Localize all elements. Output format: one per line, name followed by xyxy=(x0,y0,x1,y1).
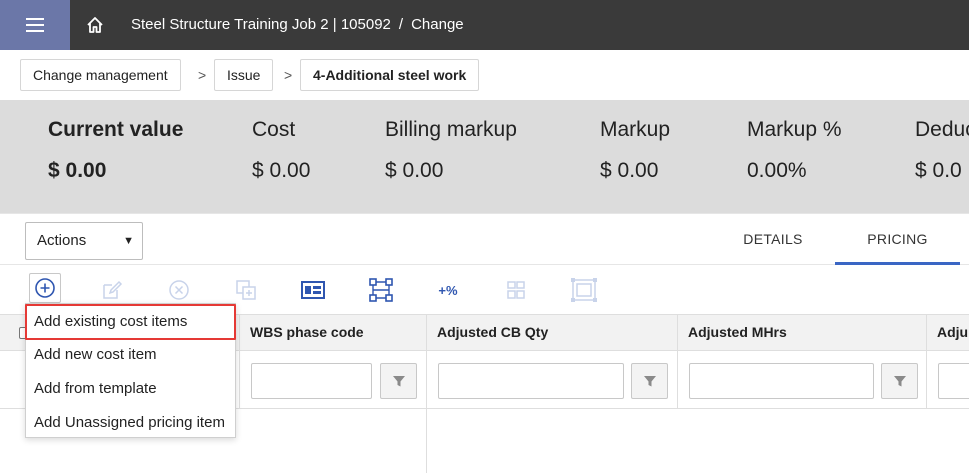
filter-icon xyxy=(392,376,405,387)
cb-qty-filter-button[interactable] xyxy=(631,363,668,399)
plus-circle-icon xyxy=(35,278,55,298)
title-separator: / xyxy=(398,16,404,33)
menu-item-add-from-template[interactable]: Add from template xyxy=(26,372,235,406)
home-icon xyxy=(87,17,103,33)
layout-view-button[interactable] xyxy=(299,276,327,304)
page-title: Steel Structure Training Job 2 | 105092 /… xyxy=(131,0,464,50)
frame-select-button[interactable] xyxy=(570,276,598,304)
summary-value: $ 0.00 xyxy=(48,159,107,182)
grid-view-button[interactable] xyxy=(502,276,530,304)
card-view-icon xyxy=(301,281,325,299)
close-circle-icon xyxy=(169,280,189,300)
summary-value: 0.00% xyxy=(747,159,807,182)
caret-down-icon: ▼ xyxy=(123,235,134,247)
summary-deduction: Deduc $ 0.0 xyxy=(915,118,969,183)
column-header-wbs-phase-code[interactable]: WBS phase code xyxy=(239,315,427,351)
percent-markup-button[interactable]: +% xyxy=(434,276,462,304)
breadcrumb-chevron-icon: > xyxy=(284,67,293,83)
add-button[interactable] xyxy=(29,273,61,303)
edit-icon xyxy=(103,280,123,299)
filter-cell-wbs xyxy=(239,351,427,409)
summary-cost: Cost $ 0.00 xyxy=(252,118,310,183)
summary-label: Current value xyxy=(48,118,184,141)
cb-qty-filter-input[interactable] xyxy=(438,363,624,399)
summary-label: Billing markup xyxy=(385,118,517,141)
hamburger-icon xyxy=(26,18,44,32)
actions-label: Actions xyxy=(37,232,87,249)
breadcrumb-chevron-icon: > xyxy=(198,67,207,83)
menu-item-add-unassigned-pricing-item[interactable]: Add Unassigned pricing item xyxy=(26,406,235,440)
hierarchy-icon xyxy=(369,278,393,302)
copy-button[interactable] xyxy=(232,276,260,304)
delete-button[interactable] xyxy=(165,276,193,304)
column-header-adjusted[interactable]: Adju xyxy=(926,315,969,351)
breadcrumb-current-item[interactable]: 4-Additional steel work xyxy=(300,59,480,91)
project-name: Steel Structure Training Job 2 | 105092 xyxy=(131,16,391,33)
summary-value: $ 0.0 xyxy=(915,159,962,182)
hamburger-menu-button[interactable] xyxy=(0,0,70,50)
mhrs-filter-button[interactable] xyxy=(881,363,918,399)
filter-icon xyxy=(643,376,656,387)
tab-pricing[interactable]: PRICING xyxy=(835,214,960,265)
top-bar: Steel Structure Training Job 2 | 105092 /… xyxy=(0,0,969,50)
summary-markup-percent: Markup % 0.00% xyxy=(747,118,842,183)
home-button[interactable] xyxy=(70,0,120,50)
hierarchy-button[interactable] xyxy=(367,276,395,304)
menu-item-add-new-cost-item[interactable]: Add new cost item xyxy=(26,338,235,372)
filter-cell-adjusted xyxy=(926,351,969,409)
grid-icon xyxy=(507,281,525,299)
add-menu: Add existing cost items Add new cost ite… xyxy=(25,303,236,438)
wbs-filter-input[interactable] xyxy=(251,363,372,399)
copy-add-icon xyxy=(236,280,256,300)
frame-select-icon xyxy=(571,278,597,302)
filter-cell-mhrs xyxy=(677,351,927,409)
actions-row: Actions ▼ DETAILS PRICING xyxy=(0,213,969,265)
summary-band: Current value $ 0.00 Cost $ 0.00 Billing… xyxy=(0,100,969,213)
adjusted-filter-input[interactable] xyxy=(938,363,969,399)
breadcrumb: Change management > Issue > 4-Additional… xyxy=(0,50,969,100)
summary-value: $ 0.00 xyxy=(600,159,659,182)
breadcrumb-change-management[interactable]: Change management xyxy=(20,59,181,91)
column-header-adjusted-cb-qty[interactable]: Adjusted CB Qty xyxy=(426,315,678,351)
summary-label: Cost xyxy=(252,118,296,141)
tab-details[interactable]: DETAILS xyxy=(728,214,818,265)
edit-button[interactable] xyxy=(98,276,126,304)
summary-label: Markup xyxy=(600,118,671,141)
breadcrumb-issue[interactable]: Issue xyxy=(214,59,274,91)
summary-label: Deduc xyxy=(915,118,969,141)
summary-value: $ 0.00 xyxy=(252,159,311,182)
filter-cell-cb-qty xyxy=(426,351,678,409)
summary-billing-markup: Billing markup $ 0.00 xyxy=(385,118,517,183)
wbs-filter-button[interactable] xyxy=(380,363,417,399)
column-header-adjusted-mhrs[interactable]: Adjusted MHrs xyxy=(677,315,927,351)
column-divider xyxy=(426,409,427,473)
menu-item-add-existing-cost-items[interactable]: Add existing cost items xyxy=(25,304,236,340)
summary-current-value: Current value $ 0.00 xyxy=(48,118,183,183)
summary-value: $ 0.00 xyxy=(385,159,444,182)
section-name: Change xyxy=(411,16,464,33)
filter-icon xyxy=(893,376,906,387)
mhrs-filter-input[interactable] xyxy=(689,363,874,399)
actions-dropdown[interactable]: Actions ▼ xyxy=(25,222,143,260)
summary-markup: Markup $ 0.00 xyxy=(600,118,670,183)
summary-label: Markup % xyxy=(747,118,842,141)
